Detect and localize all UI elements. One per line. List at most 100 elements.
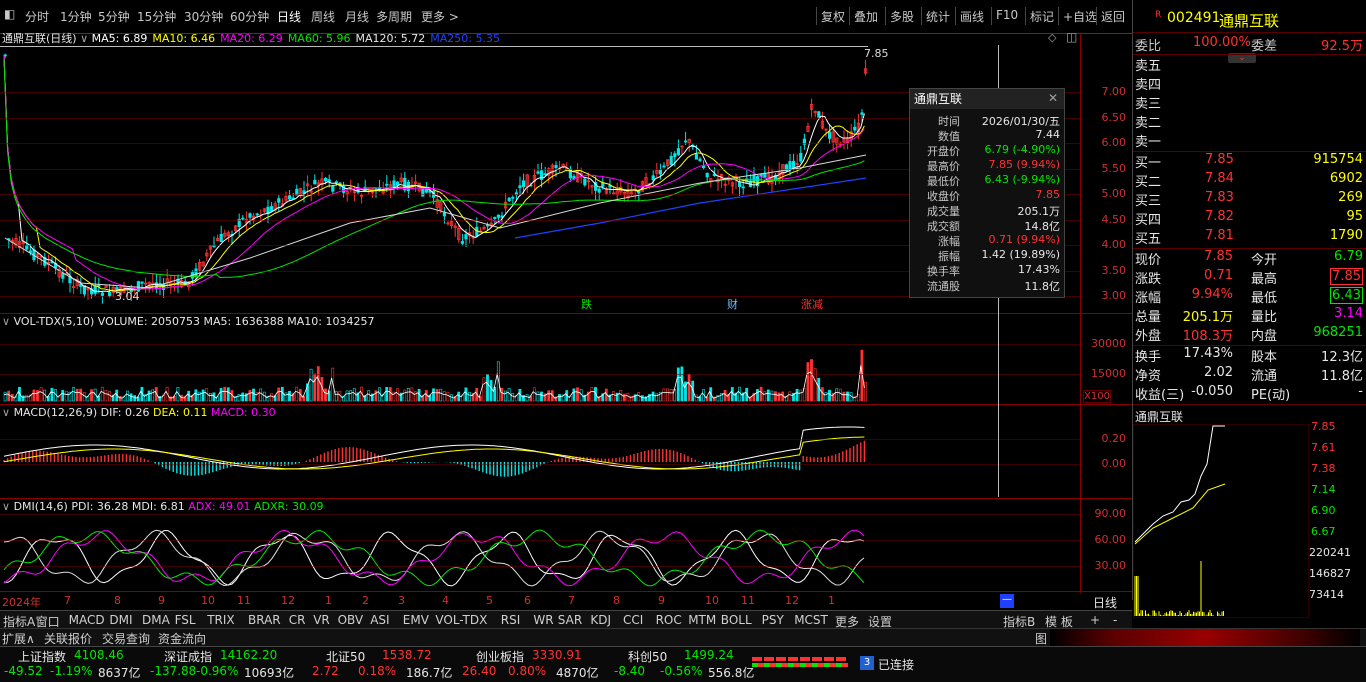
dmi-mdi: MDI: 6.81 [131, 500, 185, 513]
indicator-tab-16[interactable]: SAR [558, 613, 582, 627]
indicator-tab-3[interactable]: DMI [109, 613, 132, 627]
price-tick: 4.50 [1101, 213, 1127, 226]
period-tab-6[interactable]: 日线 [277, 8, 301, 25]
period-tab-2[interactable]: 5分钟 [98, 8, 130, 25]
connection-count[interactable]: 3 [860, 656, 874, 670]
chevron-down-icon[interactable]: ∨ [2, 315, 14, 328]
index-change: 26.40 [462, 664, 497, 678]
tool-button-4[interactable]: 画线 [960, 8, 984, 25]
period-tab-0[interactable]: 分时 [25, 8, 49, 25]
tool-button-1[interactable]: 叠加 [854, 8, 878, 25]
stat-label: 内盘 [1251, 329, 1278, 344]
bottom-tab-2[interactable]: 交易查询 [102, 630, 150, 647]
tool-button-3[interactable]: 统计 [926, 8, 950, 25]
indicator-tab-17[interactable]: KDJ [590, 613, 611, 627]
ask-row[interactable]: 卖五 [1133, 55, 1366, 74]
period-tab-10[interactable]: 更多 > [421, 8, 459, 25]
candle-body [673, 153, 677, 158]
quote-panel: R 002491 通鼎互联 委比 100.00% 委差 92.5万 ⌄ 卖五 卖四… [1132, 0, 1366, 618]
tooltip-value: 0.71 (9.94%) [988, 233, 1060, 246]
right-tab-2[interactable]: + [1090, 613, 1100, 627]
period-tab-9[interactable]: 多周期 [376, 8, 412, 25]
indicator-tab-9[interactable]: VR [313, 613, 330, 627]
indicator-tab-14[interactable]: RSI [501, 613, 521, 627]
index-name[interactable]: 上证指数 [18, 648, 66, 665]
indicator-tab-8[interactable]: CR [289, 613, 306, 627]
period-tab-1[interactable]: 1分钟 [60, 8, 92, 25]
indicator-tab-5[interactable]: FSL [175, 613, 196, 627]
event-marker-1[interactable]: 财 [727, 296, 738, 312]
menu-square-icon[interactable]: ◧ [4, 7, 15, 21]
indicator-tab-22[interactable]: PSY [762, 613, 784, 627]
bottom-right-tab[interactable]: 图 [1035, 630, 1047, 647]
volume-bar [770, 390, 774, 402]
index-name[interactable]: 科创50 [628, 648, 667, 665]
ask-row[interactable]: 卖三 [1133, 93, 1366, 112]
volume-bar [226, 387, 230, 402]
indicator-tab-21[interactable]: BOLL [721, 613, 752, 627]
right-tab-3[interactable]: - [1113, 613, 1117, 627]
bid-row[interactable]: 买一 7.85 915754 [1133, 152, 1366, 171]
volume-bar [810, 359, 813, 402]
tool-button-5[interactable]: F10 [996, 8, 1018, 22]
indicator-tab-6[interactable]: TRIX [207, 613, 234, 627]
bid-row[interactable]: 买三 7.83 269 [1133, 190, 1366, 209]
tool-button-2[interactable]: 多股 [890, 8, 914, 25]
bid-row[interactable]: 买四 7.82 95 [1133, 209, 1366, 228]
ask-row[interactable]: 卖二 [1133, 112, 1366, 131]
ask-row[interactable]: 卖四 [1133, 74, 1366, 93]
tool-button-8[interactable]: 返回 [1101, 8, 1125, 25]
indicator-tab-11[interactable]: ASI [370, 613, 389, 627]
period-tab-5[interactable]: 60分钟 [230, 8, 269, 25]
window-icon[interactable]: ◫ [1066, 30, 1077, 44]
mini-avg-line [1134, 483, 1226, 545]
volume-bar [352, 388, 356, 402]
chevron-down-icon[interactable]: ∨ [2, 500, 14, 513]
tool-button-0[interactable]: 复权 [821, 8, 845, 25]
indicator-tab-23[interactable]: MCST [794, 613, 828, 627]
index-name[interactable]: 创业板指 [476, 648, 524, 665]
candle-body [334, 181, 339, 184]
period-tab-8[interactable]: 月线 [345, 8, 369, 25]
period-tab-7[interactable]: 周线 [311, 8, 335, 25]
volume-bar [759, 386, 763, 402]
event-marker-2[interactable]: 涨减 [801, 296, 823, 312]
dmi-line [3, 529, 865, 587]
connection-status[interactable]: 已连接 [878, 656, 914, 673]
indicator-tab-20[interactable]: MTM [688, 613, 716, 627]
bottom-tab-0[interactable]: 扩展∧ [2, 630, 35, 647]
dmi-adx: ADX: 49.01 [188, 500, 251, 513]
bottom-tab-1[interactable]: 关联报价 [44, 630, 92, 647]
mini-vol-tick: 146827 [1309, 567, 1351, 580]
indicator-tab-10[interactable]: OBV [338, 613, 364, 627]
period-tab-3[interactable]: 15分钟 [137, 8, 176, 25]
index-amount: 4870亿 [556, 666, 599, 680]
volume-bar [669, 389, 673, 402]
indicator-tab-18[interactable]: CCI [623, 613, 643, 627]
tooltip-title: 通鼎互联 [910, 89, 1064, 109]
chevron-down-icon[interactable]: ∨ [2, 406, 14, 419]
close-icon[interactable]: ✕ [1048, 91, 1058, 105]
indicator-tab-12[interactable]: EMV [403, 613, 429, 627]
indicator-tab-13[interactable]: VOL-TDX [435, 613, 487, 627]
bottom-tab-3[interactable]: 资金流向 [158, 630, 206, 647]
volume-bar [835, 388, 839, 402]
bid-row[interactable]: 买五 7.81 1790 [1133, 228, 1366, 247]
indicator-tab-15[interactable]: WR [533, 613, 553, 627]
volume-bar [774, 391, 777, 402]
index-name[interactable]: 北证50 [326, 648, 365, 665]
index-value: 14162.20 [220, 648, 278, 662]
indicator-tab-19[interactable]: ROC [656, 613, 682, 627]
ask-row[interactable]: 卖一 [1133, 131, 1366, 150]
period-tab-4[interactable]: 30分钟 [184, 8, 223, 25]
event-marker-0[interactable]: 跌 [581, 296, 592, 312]
indicator-tab-4[interactable]: DMA [142, 613, 170, 627]
indicator-tab-2[interactable]: MACD [69, 613, 105, 627]
indicator-tab-7[interactable]: BRAR [248, 613, 281, 627]
bid-row[interactable]: 买二 7.84 6902 [1133, 171, 1366, 190]
index-name[interactable]: 深证成指 [164, 648, 212, 665]
tool-button-6[interactable]: 标记 [1030, 8, 1054, 25]
dmi-line [3, 529, 865, 587]
volume-bar [396, 388, 399, 402]
tool-button-7[interactable]: +自选 [1063, 8, 1097, 25]
